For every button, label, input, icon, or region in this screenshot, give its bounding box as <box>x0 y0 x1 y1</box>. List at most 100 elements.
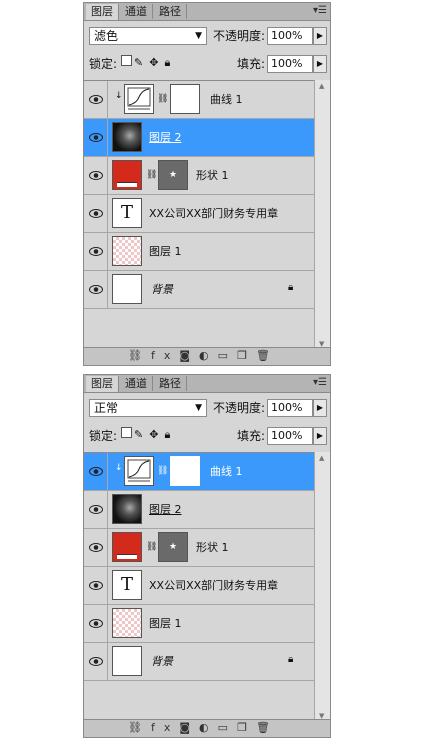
lock-all-icon[interactable]: 🔒︎ <box>164 56 176 69</box>
new-layer-icon[interactable]: ❐ <box>237 349 256 362</box>
layers-list: ↓ ⛓ 曲线 1 图层 2 ⛓ ★ 形状 1 T XX公司XX部门财务专用章图层 1 背景 🔒︎ <box>84 80 315 351</box>
fill-input[interactable]: 100% <box>267 55 313 73</box>
blend-mode-select[interactable]: 滤色 ▼ <box>89 27 207 45</box>
layers-scrollbar[interactable]: ▲ ▼ <box>314 452 330 722</box>
lock-icon: 🔒︎ <box>288 654 294 665</box>
tab-channels[interactable]: 通道 <box>120 376 153 391</box>
visibility-toggle[interactable] <box>84 81 108 118</box>
visibility-toggle[interactable] <box>84 157 108 194</box>
chain-link-icon[interactable]: ⛓ <box>146 542 157 552</box>
mask-icon[interactable]: ◙ <box>179 349 199 362</box>
tab-paths[interactable]: 路径 <box>154 4 187 19</box>
visibility-toggle[interactable] <box>84 567 108 604</box>
panel-menu-icon[interactable]: ▾☰ <box>313 5 327 16</box>
layer-name: XX公司XX部门财务专用章 <box>149 207 279 220</box>
opacity-arrow-icon[interactable]: ▶ <box>313 27 327 45</box>
layer-thumbnail <box>112 236 142 266</box>
panel-menu-icon[interactable]: ▾☰ <box>313 377 327 388</box>
visibility-toggle[interactable] <box>84 529 108 566</box>
layer-name: 图层 2 <box>149 503 182 516</box>
tab-channels[interactable]: 通道 <box>120 4 153 19</box>
visibility-toggle[interactable] <box>84 233 108 270</box>
layers-scrollbar[interactable]: ▲ ▼ <box>314 80 330 350</box>
lock-all-icon[interactable]: 🔒︎ <box>164 428 176 441</box>
trash-icon[interactable]: 🗑︎ <box>256 721 279 734</box>
visibility-toggle[interactable] <box>84 195 108 232</box>
chain-link-icon[interactable]: ⛓ <box>157 466 168 476</box>
opacity-input[interactable]: 100% <box>267 27 313 45</box>
visibility-toggle[interactable] <box>84 605 108 642</box>
visibility-toggle[interactable] <box>84 491 108 528</box>
layer-name: 背景 <box>151 655 173 668</box>
panel-tabs: 图层 通道 路径 ▾☰ <box>84 375 330 393</box>
layer-thumbnail <box>112 646 142 676</box>
opacity-arrow-icon[interactable]: ▶ <box>313 399 327 417</box>
blend-mode-select[interactable]: 正常 ▼ <box>89 399 207 417</box>
fx-icon[interactable]: fx <box>151 721 179 734</box>
opacity-input[interactable]: 100% <box>267 399 313 417</box>
shape-fill-thumbnail <box>112 160 142 190</box>
fill-arrow-icon[interactable]: ▶ <box>313 55 327 73</box>
adjustment-icon[interactable]: ◐ <box>199 349 218 362</box>
layer-row[interactable]: 图层 2 <box>84 491 315 529</box>
scroll-up-icon[interactable]: ▲ <box>319 82 324 90</box>
trash-icon[interactable]: 🗑︎ <box>256 349 279 362</box>
lock-transparency-icon[interactable] <box>121 55 132 66</box>
lock-position-icon[interactable]: ✥ <box>149 56 164 69</box>
mask-icon[interactable]: ◙ <box>179 721 199 734</box>
lock-pixels-icon[interactable]: ✎ <box>134 56 149 69</box>
text-layer-icon: T <box>112 198 142 228</box>
chain-link-icon[interactable]: ⛓ <box>157 94 168 104</box>
link-icon[interactable]: ⛓ <box>128 721 151 734</box>
layer-row[interactable]: 图层 1 <box>84 233 315 271</box>
eye-icon <box>89 132 103 142</box>
link-icon[interactable]: ⛓ <box>128 349 151 362</box>
layer-row[interactable]: T XX公司XX部门财务专用章 <box>84 567 315 605</box>
lock-options[interactable]: ✎✥🔒︎ <box>121 427 176 442</box>
blend-mode-value: 滤色 <box>94 29 119 43</box>
lock-transparency-icon[interactable] <box>121 427 132 438</box>
panel-footer: ⛓fx◙◐▭❐🗑︎ <box>84 347 330 365</box>
layer-name: 背景 <box>151 283 173 296</box>
layer-row[interactable]: ↓ ⛓ 曲线 1 <box>84 453 315 491</box>
tab-layers[interactable]: 图层 <box>86 4 119 20</box>
tab-paths[interactable]: 路径 <box>154 376 187 391</box>
tab-layers[interactable]: 图层 <box>86 376 119 392</box>
eye-icon <box>89 618 103 628</box>
fill-input[interactable]: 100% <box>267 427 313 445</box>
new-layer-icon[interactable]: ❐ <box>237 721 256 734</box>
layer-row[interactable]: ↓ ⛓ 曲线 1 <box>84 81 315 119</box>
layer-row[interactable]: 图层 1 <box>84 605 315 643</box>
lock-position-icon[interactable]: ✥ <box>149 428 164 441</box>
scroll-up-icon[interactable]: ▲ <box>319 454 324 462</box>
folder-icon[interactable]: ▭ <box>218 721 237 734</box>
layer-row[interactable]: ⛓ ★ 形状 1 <box>84 529 315 567</box>
layer-thumbnail <box>112 274 142 304</box>
layer-row[interactable]: T XX公司XX部门财务专用章 <box>84 195 315 233</box>
layer-row[interactable]: 背景 🔒︎ <box>84 643 315 681</box>
eye-icon <box>89 246 103 256</box>
fill-arrow-icon[interactable]: ▶ <box>313 427 327 445</box>
layer-row[interactable]: ⛓ ★ 形状 1 <box>84 157 315 195</box>
lock-pixels-icon[interactable]: ✎ <box>134 428 149 441</box>
visibility-toggle[interactable] <box>84 643 108 680</box>
shape-fill-thumbnail <box>112 532 142 562</box>
chain-link-icon[interactable]: ⛓ <box>146 170 157 180</box>
layer-mask-thumbnail <box>170 456 200 486</box>
layer-row[interactable]: 背景 🔒︎ <box>84 271 315 309</box>
star-icon: ★ <box>169 542 178 552</box>
lock-options[interactable]: ✎✥🔒︎ <box>121 55 176 70</box>
adjustment-icon[interactable]: ◐ <box>199 721 218 734</box>
folder-icon[interactable]: ▭ <box>218 349 237 362</box>
curves-adjustment-icon <box>124 456 154 486</box>
panel-tabs: 图层 通道 路径 ▾☰ <box>84 3 330 21</box>
layer-mask-thumbnail <box>170 84 200 114</box>
opacity-label: 不透明度: <box>213 29 266 43</box>
fx-icon[interactable]: fx <box>151 349 179 362</box>
layer-row[interactable]: 图层 2 <box>84 119 315 157</box>
layer-name: 形状 1 <box>196 541 229 554</box>
visibility-toggle[interactable] <box>84 119 108 156</box>
visibility-toggle[interactable] <box>84 271 108 308</box>
eye-icon <box>89 94 103 104</box>
visibility-toggle[interactable] <box>84 453 108 490</box>
